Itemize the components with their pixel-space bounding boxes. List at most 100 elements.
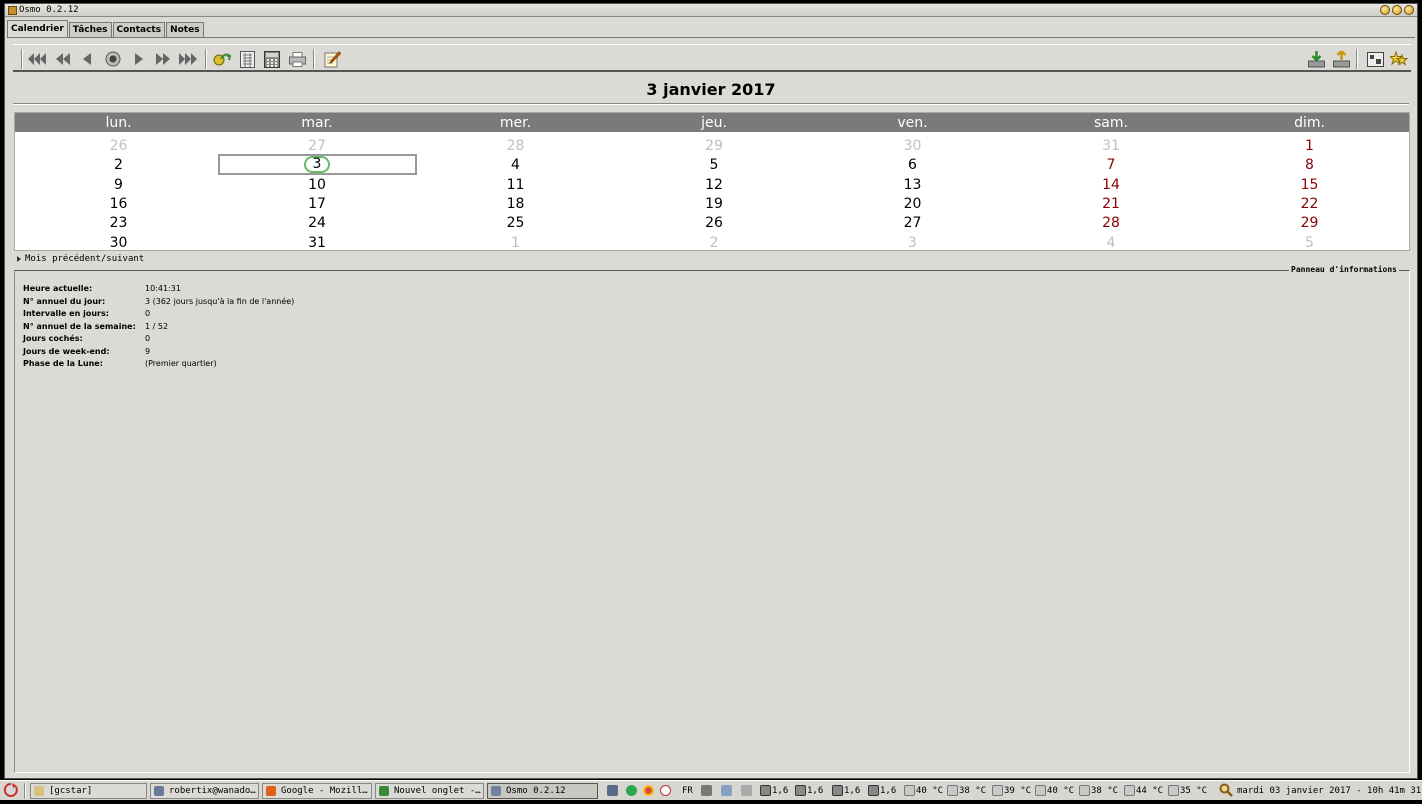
taskbar-task-label: Nouvel onglet -… xyxy=(394,786,481,796)
close-button[interactable] xyxy=(1404,5,1414,15)
import-icon[interactable] xyxy=(1306,49,1326,69)
keyboard-layout[interactable]: FR xyxy=(682,783,693,799)
start-menu-icon[interactable] xyxy=(3,782,19,798)
info-value: (Premier quartier) xyxy=(145,359,217,368)
tab-calendar[interactable]: Calendrier xyxy=(7,20,68,38)
volume-icon[interactable] xyxy=(701,783,713,799)
calendar-day[interactable]: 9 xyxy=(19,176,218,195)
print-icon[interactable] xyxy=(287,49,307,69)
calendar-day[interactable]: 24 xyxy=(218,214,417,233)
taskbar-task[interactable]: [gcstar] xyxy=(30,783,147,799)
calendar-day[interactable]: 29 xyxy=(1210,214,1409,233)
cpu-monitor[interactable]: 1,6 xyxy=(760,783,788,799)
calendar-day[interactable]: 5 xyxy=(615,156,814,175)
edit-note-icon[interactable] xyxy=(322,49,342,69)
cpu-monitor[interactable]: 1,6 xyxy=(795,783,823,799)
temperature-monitor[interactable]: 44 °C xyxy=(1124,783,1163,799)
export-icon[interactable] xyxy=(1331,49,1351,69)
temperature-monitor[interactable]: 40 °C xyxy=(1035,783,1074,799)
fullyear-icon[interactable] xyxy=(237,49,257,69)
calendar-day[interactable]: 28 xyxy=(1012,214,1211,233)
temperature-monitor[interactable]: 38 °C xyxy=(1079,783,1118,799)
calendar-day[interactable]: 4 xyxy=(1012,234,1211,253)
minimize-button[interactable] xyxy=(1380,5,1390,15)
calendar-day[interactable]: 26 xyxy=(19,137,218,156)
cpu-monitor[interactable]: 1,6 xyxy=(832,783,860,799)
calendar-day[interactable]: 19 xyxy=(615,195,814,214)
calendar-day[interactable]: 2 xyxy=(615,234,814,253)
calendar-day[interactable]: 12 xyxy=(615,176,814,195)
calendar-day[interactable]: 10 xyxy=(218,176,417,195)
calendar-day[interactable]: 17 xyxy=(218,195,417,214)
calendar-day[interactable]: 29 xyxy=(615,137,814,156)
temperature-monitor[interactable]: 39 °C xyxy=(992,783,1031,799)
prev-year-icon[interactable] xyxy=(27,49,47,69)
today-icon[interactable] xyxy=(103,49,123,69)
tray-chrome-icon[interactable] xyxy=(643,783,655,799)
calendar-day[interactable]: 27 xyxy=(218,137,417,156)
calendar-day[interactable]: 28 xyxy=(416,137,615,156)
calendar-day[interactable]: 3 xyxy=(813,234,1012,253)
calendar-day[interactable]: 7 xyxy=(1012,156,1211,175)
taskbar-task[interactable]: Osmo 0.2.12 xyxy=(487,783,598,799)
calendar-day[interactable]: 15 xyxy=(1210,176,1409,195)
info-row: N° annuel du jour: 3 (362 jours jusqu'à l… xyxy=(23,297,294,310)
cpu-monitor[interactable]: 1,6 xyxy=(868,783,896,799)
calendar-day[interactable]: 22 xyxy=(1210,195,1409,214)
prev-day-icon[interactable] xyxy=(77,49,97,69)
tray-user-icon[interactable] xyxy=(607,783,619,799)
calendar-day[interactable]: 13 xyxy=(813,176,1012,195)
info-key: Heure actuelle: xyxy=(23,284,93,293)
calendar-day[interactable]: 14 xyxy=(1012,176,1211,195)
calendar-day[interactable]: 30 xyxy=(813,137,1012,156)
taskbar-task[interactable]: Nouvel onglet -… xyxy=(375,783,484,799)
calendar-day[interactable]: 21 xyxy=(1012,195,1211,214)
next-day-icon[interactable] xyxy=(129,49,149,69)
temperature-monitor[interactable]: 38 °C xyxy=(947,783,986,799)
calendar-day[interactable]: 11 xyxy=(416,176,615,195)
taskbar-task[interactable]: robertix@wanado… xyxy=(150,783,259,799)
calendar-day[interactable]: 6 xyxy=(813,156,1012,175)
calculator-icon[interactable] xyxy=(262,49,282,69)
tray-status-icon[interactable] xyxy=(626,783,638,799)
taskbar-task[interactable]: Google - Mozill… xyxy=(262,783,372,799)
printer-tray-icon[interactable] xyxy=(741,783,753,799)
calendar-day[interactable]: 30 xyxy=(19,234,218,253)
title-bar[interactable]: Osmo 0.2.12 xyxy=(5,4,1417,17)
calendar-day[interactable]: 23 xyxy=(19,214,218,233)
tab-tasks[interactable]: Tâches xyxy=(68,22,112,38)
maximize-button[interactable] xyxy=(1392,5,1402,15)
calendar-day[interactable]: 2 xyxy=(19,156,218,175)
search-tray-icon[interactable] xyxy=(721,783,733,799)
calendar-day[interactable]: 18 xyxy=(416,195,615,214)
info-value: 10:41:31 xyxy=(145,284,181,293)
calendar-day[interactable]: 27 xyxy=(813,214,1012,233)
tab-notes[interactable]: Notes xyxy=(166,22,204,38)
temperature-monitor[interactable]: 35 °C xyxy=(1168,783,1207,799)
calendar-day[interactable]: 16 xyxy=(19,195,218,214)
calendar-day[interactable]: 1 xyxy=(416,234,615,253)
calendar-day[interactable]: 31 xyxy=(1012,137,1211,156)
jump-to-date-icon[interactable] xyxy=(212,49,232,69)
calendar-day[interactable]: 4 xyxy=(416,156,615,175)
tray-alarm-icon[interactable] xyxy=(660,783,672,799)
temperature-monitor[interactable]: 40 °C xyxy=(904,783,943,799)
calendar-day[interactable]: 31 xyxy=(218,234,417,253)
calendar-day[interactable]: 25 xyxy=(416,214,615,233)
calendar-day[interactable]: 20 xyxy=(813,195,1012,214)
month-expander[interactable]: Mois précédent/suivant xyxy=(17,254,144,264)
next-month-icon[interactable] xyxy=(153,49,173,69)
clock[interactable]: mardi 03 janvier 2017 - 10h 41m 31s xyxy=(1237,783,1422,799)
calendar-day[interactable]: 8 xyxy=(1210,156,1409,175)
info-value: 0 xyxy=(145,334,151,343)
calendar-grid[interactable]: lun. mar. mer. jeu. ven. sam. dim. 26 27 28 29 30 3… xyxy=(14,112,1410,251)
calendar-day[interactable]: 1 xyxy=(1210,137,1409,156)
tab-contacts[interactable]: Contacts xyxy=(112,22,166,38)
prev-month-icon[interactable] xyxy=(53,49,73,69)
next-year-icon[interactable] xyxy=(178,49,198,69)
settings-icon[interactable] xyxy=(1365,49,1385,69)
calendar-day[interactable]: 5 xyxy=(1210,234,1409,253)
calendar-day[interactable]: 26 xyxy=(615,214,814,233)
calendar-day[interactable]: 3 xyxy=(217,154,417,176)
about-icon[interactable] xyxy=(1389,49,1409,69)
